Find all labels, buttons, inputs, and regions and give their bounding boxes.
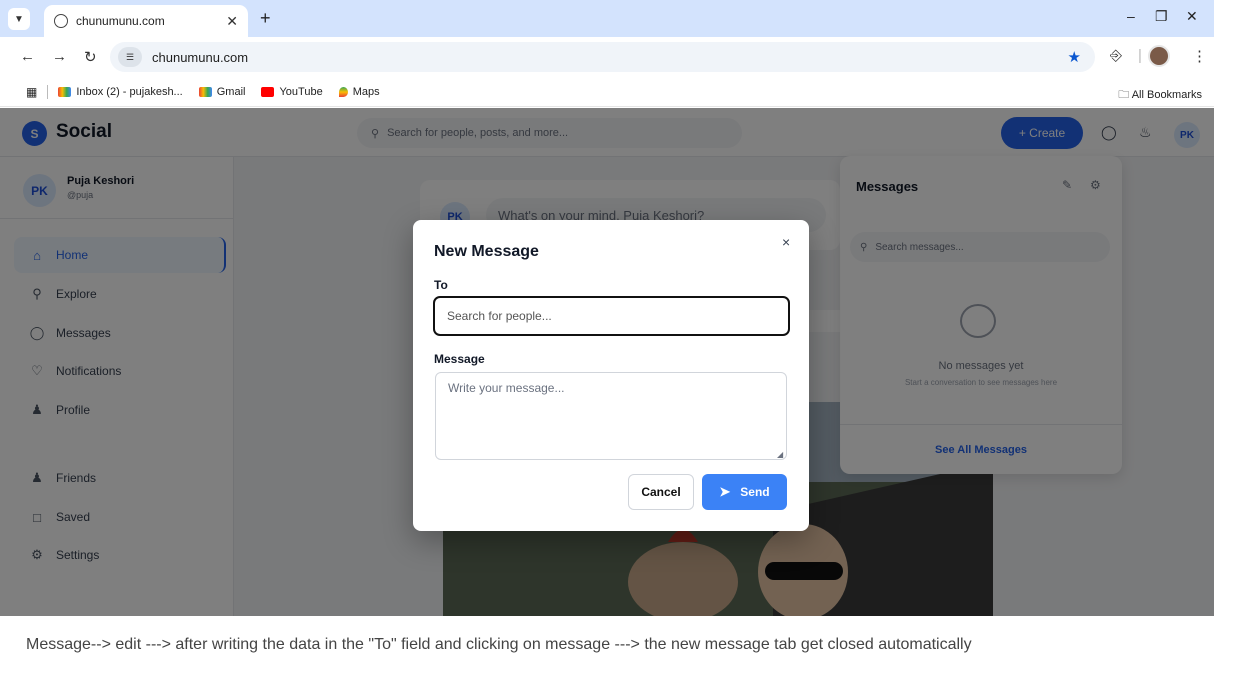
browser-tab[interactable]: chunumunu.com ✕ [44,5,248,37]
window-close-icon[interactable]: ✕ [1186,8,1198,25]
bookmarks-bar: ▦ Inbox (2) - pujakesh... Gmail YouTube … [0,77,1214,107]
message-label: Message [434,352,485,366]
tab-strip: ▼ chunumunu.com ✕ + – ❐ ✕ [0,0,1214,37]
resize-handle-icon[interactable]: ◢ [777,450,783,459]
site-info-icon[interactable]: ☰ [118,47,142,67]
maps-pin-icon [338,86,348,97]
browser-window: ▼ chunumunu.com ✕ + – ❐ ✕ ← → ↻ ☰ chunum… [0,0,1214,616]
modal-title: New Message [434,243,539,260]
globe-icon [54,14,68,28]
tab-title: chunumunu.com [76,14,165,28]
url-text: chunumunu.com [152,49,249,65]
restore-icon[interactable]: ❐ [1155,8,1168,25]
bookmark-maps[interactable]: Maps [338,86,380,98]
toolbar-divider: | [1138,47,1142,64]
minimize-icon[interactable]: – [1127,8,1135,24]
all-bookmarks[interactable]: 🗀 All Bookmarks [1118,86,1202,105]
profile-avatar[interactable] [1148,45,1170,67]
bookmark-inbox[interactable]: Inbox (2) - pujakesh... [58,86,183,98]
to-label: To [434,278,448,292]
address-bar[interactable]: ☰ chunumunu.com ★ [110,42,1095,72]
new-message-modal: New Message × To Message ◢ Cancel ➤ Send [413,220,809,531]
back-icon[interactable]: ← [20,48,35,65]
send-icon: ➤ [719,484,731,499]
caption-text: Message--> edit ---> after writing the d… [26,636,972,653]
to-input[interactable] [433,296,790,336]
bookmark-youtube[interactable]: YouTube [261,86,323,98]
gmail-icon [58,86,72,97]
extensions-icon[interactable]: ⎆ [1110,47,1122,64]
cancel-button[interactable]: Cancel [628,474,694,510]
forward-icon[interactable]: → [52,48,67,65]
apps-grid-icon[interactable]: ▦ [26,85,37,99]
tab-search-button[interactable]: ▼ [8,8,30,30]
folder-icon: 🗀 [1118,89,1130,101]
bookmark-separator [47,84,49,99]
browser-toolbar: ← → ↻ ☰ chunumunu.com ★ ⎆ | ⋮ [0,37,1214,77]
bookmark-gmail[interactable]: Gmail [198,86,245,98]
youtube-icon [261,86,275,97]
close-icon[interactable]: × [782,234,790,250]
kebab-menu-icon[interactable]: ⋮ [1192,47,1207,65]
star-icon[interactable]: ★ [1068,48,1081,66]
close-icon[interactable]: ✕ [226,13,238,30]
reload-icon[interactable]: ↻ [84,48,97,66]
message-textarea[interactable] [435,372,787,460]
new-tab-button[interactable]: + [260,8,271,29]
chevron-down-icon: ▼ [14,13,24,25]
gmail-icon [198,86,212,97]
send-button[interactable]: ➤ Send [702,474,787,510]
